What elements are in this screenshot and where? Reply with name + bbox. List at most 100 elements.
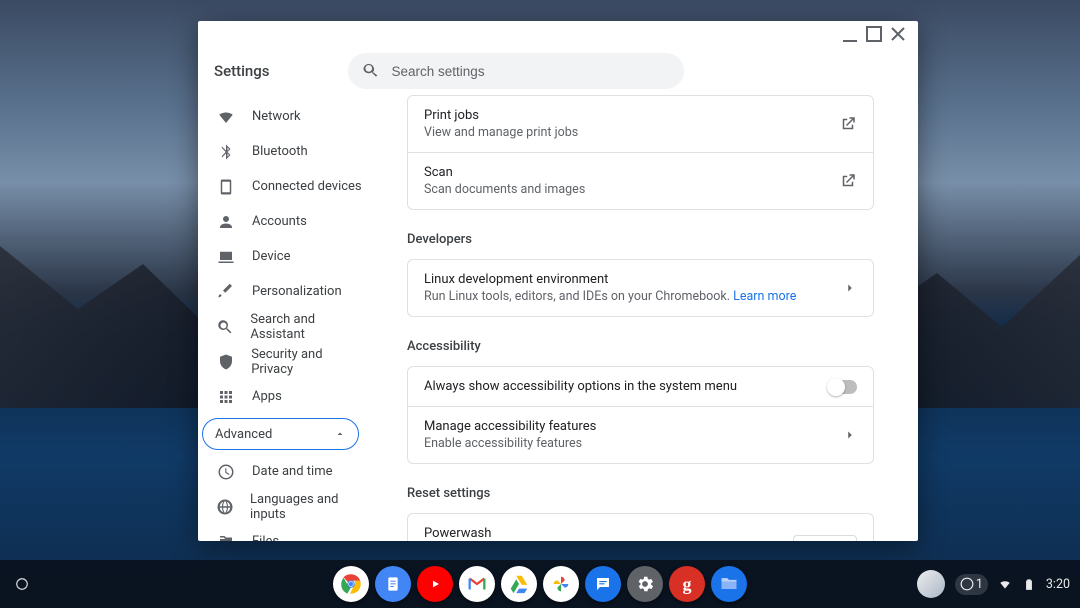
sidebar-item-label: Search and Assistant [250,312,363,342]
sidebar-item-bluetooth[interactable]: Bluetooth [198,134,363,169]
chevron-right-icon [843,281,857,295]
clock-time: 3:20 [1046,577,1070,592]
settings-window: Settings Network Bluetooth Connected dev… [198,21,918,541]
shelf-apps: g [333,566,747,602]
shield-icon [216,352,235,372]
row-title: Linux development environment [424,272,796,287]
shelf-app-gmail[interactable] [459,566,495,602]
accessibility-always-show-toggle[interactable] [829,380,857,394]
sidebar-item-languages-inputs[interactable]: Languages and inputs [198,489,363,524]
sidebar-item-label: Bluetooth [252,144,308,159]
sidebar-item-label: Date and time [252,464,333,479]
row-title: Always show accessibility options in the… [424,379,737,394]
section-heading-accessibility: Accessibility [407,339,874,354]
wifi-status-icon [998,577,1012,591]
sidebar-item-label: Apps [252,389,282,404]
app-title: Settings [214,62,270,80]
sidebar-item-security-privacy[interactable]: Security and Privacy [198,344,363,379]
chevron-up-icon [334,428,346,440]
apps-grid-icon [216,387,236,407]
advanced-label: Advanced [215,427,272,442]
sidebar-item-apps[interactable]: Apps [198,379,363,414]
row-title: Manage accessibility features [424,419,596,434]
reset-button[interactable]: Reset [793,535,857,541]
row-sub: Scan documents and images [424,182,585,197]
sidebar-item-files[interactable]: Files [198,524,363,541]
shelf-app-files[interactable] [711,566,747,602]
sidebar-item-date-time[interactable]: Date and time [198,454,363,489]
shelf-app-settings[interactable] [627,566,663,602]
bluetooth-icon [216,142,236,162]
shelf: g 1 3:20 [0,560,1080,608]
print-scan-card: Print jobs View and manage print jobs Sc… [407,95,874,210]
phone-icon [216,177,236,197]
sidebar-item-label: Network [252,109,301,124]
person-icon [216,212,236,232]
brush-icon [216,282,236,302]
shelf-app-youtube[interactable] [417,566,453,602]
reset-card: Powerwash Remove all user accounts and r… [407,513,874,541]
sidebar-item-label: Personalization [252,284,342,299]
globe-icon [216,497,234,517]
laptop-icon [216,247,236,267]
accessibility-card: Always show accessibility options in the… [407,366,874,464]
clock-icon [216,462,236,482]
sidebar: Network Bluetooth Connected devices Acco… [198,95,363,541]
row-powerwash: Powerwash Remove all user accounts and r… [408,514,873,541]
battery-status-icon [1022,577,1036,591]
notification-count-pill[interactable]: 1 [955,574,988,595]
sidebar-item-label: Security and Privacy [251,347,363,377]
row-title: Powerwash [424,526,784,541]
row-manage-accessibility[interactable]: Manage accessibility features Enable acc… [408,406,873,463]
search-icon [216,317,234,337]
sidebar-item-search-assistant[interactable]: Search and Assistant [198,309,363,344]
search-wrap[interactable] [348,53,684,89]
minimize-button[interactable] [838,22,862,46]
sidebar-item-connected-devices[interactable]: Connected devices [198,169,363,204]
row-sub: Enable accessibility features [424,436,596,451]
sidebar-item-label: Languages and inputs [250,492,363,522]
sidebar-item-personalization[interactable]: Personalization [198,274,363,309]
wifi-icon [216,107,236,127]
content-area: Print jobs View and manage print jobs Sc… [363,95,918,541]
shelf-app-docs[interactable] [375,566,411,602]
sidebar-item-accounts[interactable]: Accounts [198,204,363,239]
sidebar-item-label: Connected devices [252,179,362,194]
sidebar-item-label: Files [252,534,279,541]
launcher-button[interactable] [8,570,36,598]
folder-icon [216,532,236,542]
open-external-icon [839,172,857,190]
shelf-app-cursive[interactable]: g [669,566,705,602]
shelf-app-drive[interactable] [501,566,537,602]
window-titlebar [198,21,918,47]
shelf-status-area[interactable]: 1 3:20 [917,560,1070,608]
maximize-button[interactable] [862,22,886,46]
shelf-app-messages[interactable] [585,566,621,602]
section-heading-reset: Reset settings [407,486,874,501]
close-button[interactable] [886,22,910,46]
sidebar-item-label: Device [252,249,291,264]
learn-more-link[interactable]: Learn more [733,289,796,304]
open-external-icon [839,115,857,133]
search-input[interactable] [392,64,670,79]
sidebar-item-network[interactable]: Network [198,99,363,134]
row-scan[interactable]: Scan Scan documents and images [408,152,873,209]
row-accessibility-toggle: Always show accessibility options in the… [408,367,873,406]
shelf-app-chrome[interactable] [333,566,369,602]
developers-card: Linux development environment Run Linux … [407,259,874,317]
search-icon [362,62,380,80]
shelf-app-photos[interactable] [543,566,579,602]
sidebar-item-device[interactable]: Device [198,239,363,274]
row-print-jobs[interactable]: Print jobs View and manage print jobs [408,96,873,152]
user-avatar[interactable] [917,570,945,598]
chevron-right-icon [843,428,857,442]
notification-count: 1 [976,577,983,592]
row-linux-env[interactable]: Linux development environment Run Linux … [408,260,873,316]
settings-header: Settings [198,47,918,95]
row-sub: Run Linux tools, editors, and IDEs on yo… [424,289,796,304]
section-heading-developers: Developers [407,232,874,247]
sidebar-advanced-toggle[interactable]: Advanced [202,418,359,450]
row-sub: View and manage print jobs [424,125,578,140]
row-title: Print jobs [424,108,578,123]
row-title: Scan [424,165,585,180]
